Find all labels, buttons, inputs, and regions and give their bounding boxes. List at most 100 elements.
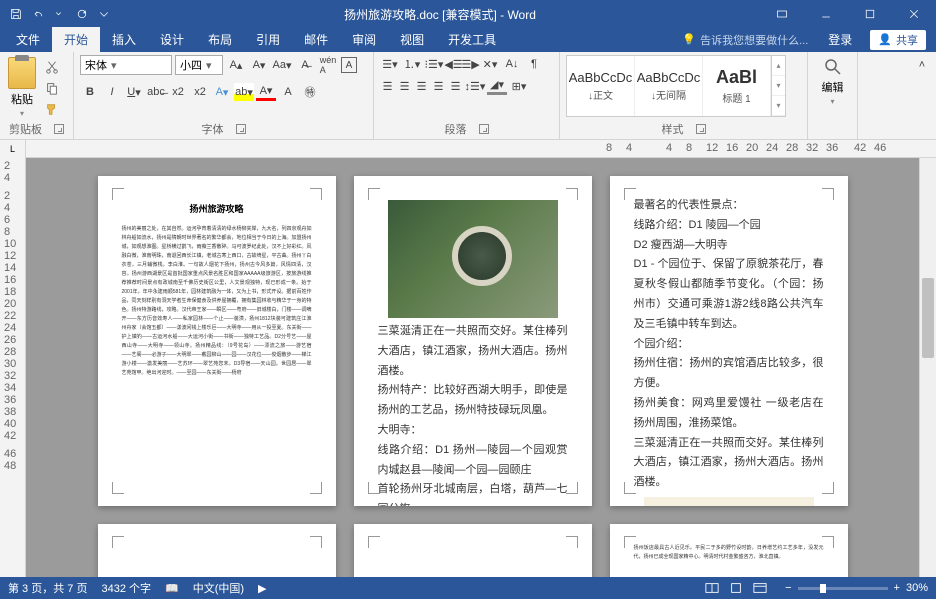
strikethrough-button[interactable]: abc̶: [146, 83, 166, 101]
garden-image: [388, 200, 558, 318]
page-count[interactable]: 第 3 页，共 7 页: [8, 580, 87, 596]
tab-design[interactable]: 设计: [148, 27, 196, 52]
share-icon: 👤: [878, 33, 892, 46]
tab-review[interactable]: 审阅: [340, 27, 388, 52]
style-heading1[interactable]: AaBl 标题 1: [703, 56, 771, 116]
horizontal-ruler[interactable]: 8 4 4 8 12 16 20 24 28 32 36 42 46: [26, 140, 936, 157]
copy-button[interactable]: [42, 79, 62, 97]
bullets[interactable]: ☰▾: [380, 55, 400, 73]
shading[interactable]: ◢▾: [487, 77, 507, 95]
asian-layout[interactable]: ✕▾: [480, 55, 500, 73]
highlight-button[interactable]: ab▾: [234, 83, 254, 101]
italic-button[interactable]: I: [102, 83, 122, 101]
minimize-button[interactable]: [804, 0, 848, 28]
language-status[interactable]: 中文(中国): [193, 580, 244, 596]
page-1: 扬州旅游攻略 扬州的美丽之处，在其自然。运河孕育着清清的绿水杨柳夹岸，九大名，列…: [98, 176, 336, 506]
qat-repeat[interactable]: [72, 4, 92, 24]
decrease-indent[interactable]: ◀☰: [446, 55, 461, 73]
tab-mailings[interactable]: 邮件: [292, 27, 340, 52]
tab-view[interactable]: 视图: [388, 27, 436, 52]
login-link[interactable]: 登录: [816, 27, 864, 52]
page-3: 最著名的代表性景点： 线路介绍：D1 陵园—个园 D2 瘦西湖—大明寺 D1 -…: [610, 176, 848, 506]
style-nospace[interactable]: AaBbCcDc ↓无间隔: [635, 56, 703, 116]
document-area[interactable]: 扬州旅游攻略 扬州的美丽之处，在其自然。运河孕育着清清的绿水杨柳夹岸，九大名，列…: [26, 158, 919, 577]
zoom-level[interactable]: 30%: [906, 582, 928, 594]
distribute[interactable]: ☰: [448, 77, 463, 95]
sort[interactable]: A↓: [502, 55, 522, 73]
format-painter-button[interactable]: [42, 100, 62, 118]
zoom-in[interactable]: +: [894, 582, 900, 594]
font-color[interactable]: A▾: [256, 83, 276, 101]
font-name-combo[interactable]: 宋体▾: [80, 55, 172, 75]
styles-gallery[interactable]: AaBbCcDc ↓正文 AaBbCcDc ↓无间隔 AaBl 标题 1 ▴▾▾: [566, 55, 786, 117]
superscript-button[interactable]: x2: [190, 83, 210, 101]
clipboard-group-label: 剪贴板: [9, 121, 42, 137]
borders[interactable]: ⊞▾: [509, 77, 529, 95]
read-mode[interactable]: [701, 579, 723, 597]
underline-button[interactable]: U▾: [124, 83, 144, 101]
tab-home[interactable]: 开始: [52, 27, 100, 52]
qat-undo[interactable]: [28, 4, 48, 24]
paste-button[interactable]: 粘贴 ▾: [6, 55, 38, 120]
web-layout[interactable]: [749, 579, 771, 597]
enclose-chars[interactable]: ㊕: [300, 83, 320, 101]
tab-developer[interactable]: 开发工具: [436, 27, 508, 52]
paragraph-group-label: 段落: [445, 121, 467, 137]
align-left[interactable]: ☰: [380, 77, 395, 95]
justify[interactable]: ☰: [431, 77, 446, 95]
page-5: [354, 524, 592, 577]
increase-indent[interactable]: ☰▶: [463, 55, 478, 73]
clear-formatting[interactable]: A̶: [295, 56, 315, 74]
find-button[interactable]: 编辑 ▾: [820, 55, 846, 124]
maximize-button[interactable]: [848, 0, 892, 28]
tab-references[interactable]: 引用: [244, 27, 292, 52]
scroll-thumb[interactable]: [922, 278, 934, 358]
line-spacing[interactable]: ↕☰▾: [465, 77, 485, 95]
paragraph-launcher[interactable]: [479, 124, 489, 134]
text-effects[interactable]: A▾: [212, 83, 232, 101]
multilevel[interactable]: ⁝☰▾: [424, 55, 444, 73]
font-group-label: 字体: [202, 121, 224, 137]
change-case[interactable]: Aa▾: [272, 56, 292, 74]
subscript-button[interactable]: x2: [168, 83, 188, 101]
ribbon-options[interactable]: [760, 0, 804, 28]
qat-customize[interactable]: [94, 4, 114, 24]
vertical-ruler[interactable]: 2 4 2 4 6 8 10 12 14 16 18 20 22 24 26 2…: [0, 158, 26, 577]
char-shading[interactable]: A: [278, 83, 298, 101]
vertical-scrollbar[interactable]: [919, 158, 936, 577]
collapse-ribbon[interactable]: ˄: [912, 56, 932, 74]
tab-file[interactable]: 文件: [4, 27, 52, 52]
cut-button[interactable]: [42, 58, 62, 76]
spell-check-icon[interactable]: 📖: [165, 582, 179, 595]
tab-layout[interactable]: 布局: [196, 27, 244, 52]
align-center[interactable]: ☰: [397, 77, 412, 95]
styles-launcher[interactable]: [696, 124, 706, 134]
macro-icon[interactable]: ▶: [258, 582, 266, 595]
char-border[interactable]: A: [341, 57, 357, 73]
styles-more[interactable]: ▴▾▾: [771, 56, 785, 116]
window-title: 扬州旅游攻略.doc [兼容模式] - Word: [120, 6, 760, 23]
zoom-out[interactable]: −: [785, 582, 791, 594]
zoom-slider[interactable]: [798, 587, 888, 590]
qat-redo-dd[interactable]: [50, 4, 70, 24]
bold-button[interactable]: B: [80, 83, 100, 101]
shrink-font[interactable]: A▾: [249, 56, 269, 74]
align-right[interactable]: ☰: [414, 77, 429, 95]
clipboard-launcher[interactable]: [54, 124, 64, 134]
print-layout[interactable]: [725, 579, 747, 597]
close-button[interactable]: [892, 0, 936, 28]
tab-insert[interactable]: 插入: [100, 27, 148, 52]
numbering[interactable]: ⒈▾: [402, 55, 422, 73]
word-count[interactable]: 3432 个字: [101, 580, 151, 596]
phonetic-guide[interactable]: wénA: [318, 56, 338, 74]
tell-me-search[interactable]: 💡 告诉我您想要做什么...: [674, 32, 816, 48]
share-button[interactable]: 👤 共享: [870, 30, 926, 50]
grow-font[interactable]: A▴: [226, 56, 246, 74]
style-normal[interactable]: AaBbCcDc ↓正文: [567, 56, 635, 116]
page-4: [98, 524, 336, 577]
qat-save[interactable]: [6, 4, 26, 24]
font-launcher[interactable]: [236, 124, 246, 134]
font-size-combo[interactable]: 小四▾: [175, 55, 223, 75]
show-marks[interactable]: ¶: [524, 55, 544, 73]
tab-selector[interactable]: L: [0, 140, 26, 158]
